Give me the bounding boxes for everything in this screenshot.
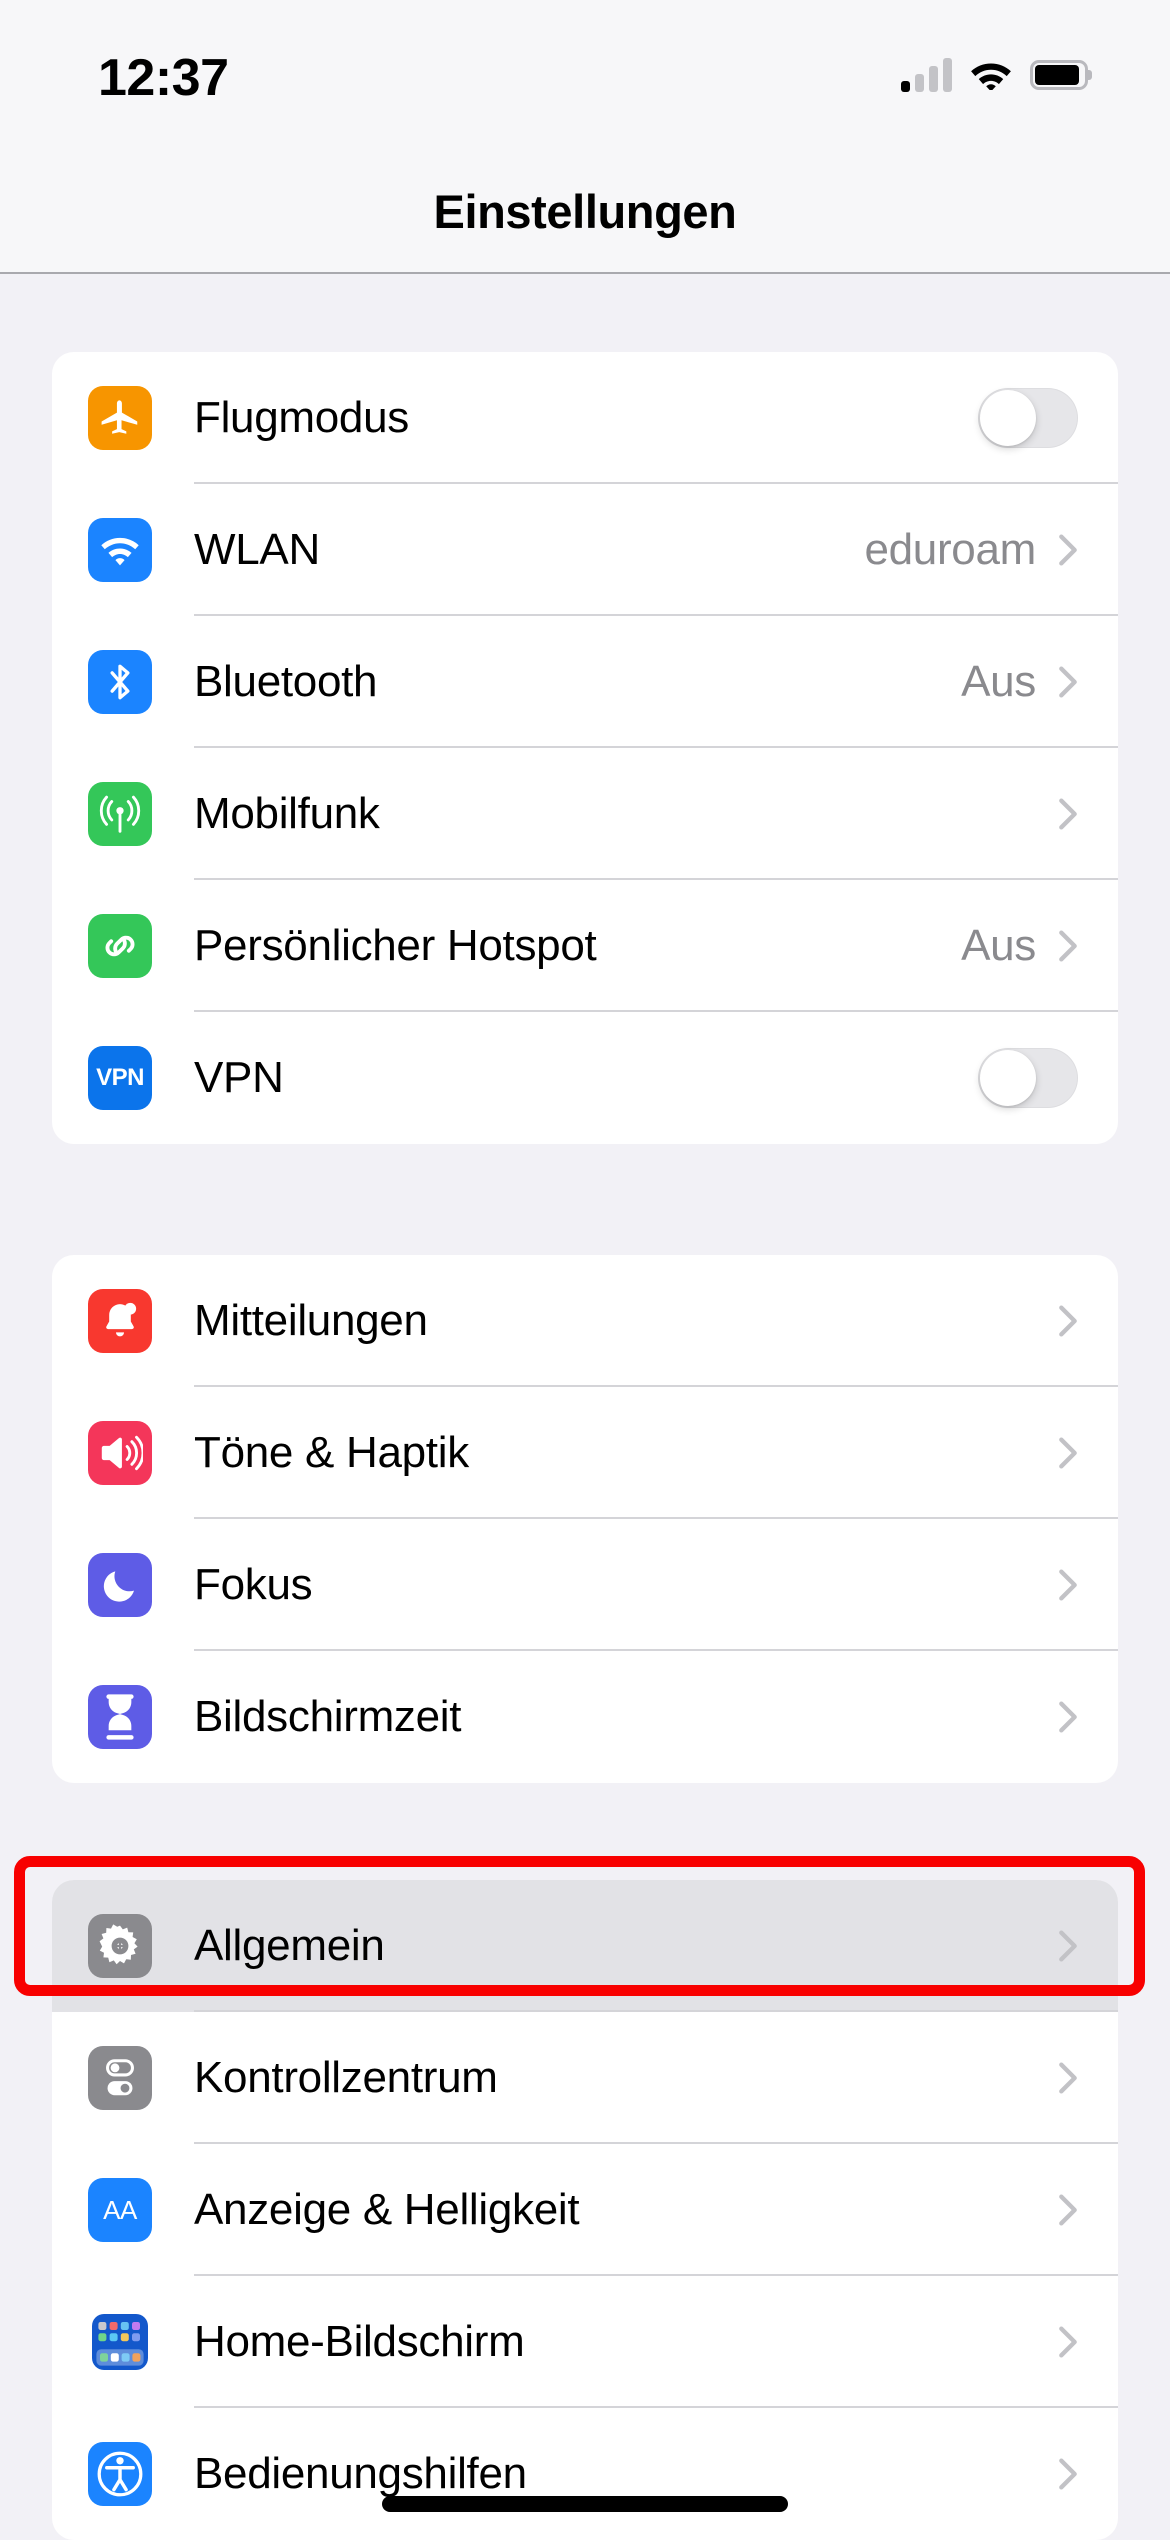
settings-row-accessory [1058, 2193, 1078, 2227]
gear-icon [88, 1914, 152, 1978]
toggle-switch[interactable] [978, 388, 1078, 448]
toggles-icon [88, 2046, 152, 2110]
toggle-switch[interactable] [978, 1048, 1078, 1108]
chevron-right-icon [1059, 2326, 1077, 2358]
settings-row-accessory [1058, 1436, 1078, 1470]
settings-row-value: Aus [961, 657, 1036, 706]
battery-icon [1030, 60, 1092, 90]
airplane-icon [88, 386, 152, 450]
settings-row-display[interactable]: AA Anzeige & Helligkeit [52, 2144, 1118, 2276]
settings-row-accessibility[interactable]: Bedienungshilfen [52, 2408, 1118, 2540]
settings-group-connectivity: Flugmodus WLAN eduroam Bluetooth Aus Mobilf… [52, 352, 1118, 1144]
settings-row-home-screen[interactable]: Home-Bildschirm [52, 2276, 1118, 2408]
settings-row-screen-time[interactable]: Bildschirmzeit [52, 1651, 1118, 1783]
settings-row-hotspot[interactable]: Persönlicher Hotspot Aus [52, 880, 1118, 1012]
hotspot-icon [88, 914, 152, 978]
settings-row-accessory: eduroam [864, 525, 1078, 575]
settings-row-vpn[interactable]: VPN VPN [52, 1012, 1118, 1144]
vpn-icon: VPN [88, 1046, 152, 1110]
settings-row-cellular[interactable]: Mobilfunk [52, 748, 1118, 880]
settings-row-general[interactable]: Allgemein [52, 1880, 1118, 2012]
settings-row-label: Allgemein [194, 1921, 385, 1970]
cellular-signal-icon [901, 58, 952, 92]
settings-row-accessory [1058, 1568, 1078, 1602]
chevron-right-icon [1059, 1569, 1077, 1601]
antenna-icon [88, 782, 152, 846]
page-title: Einstellungen [433, 184, 737, 238]
chevron-right-icon [1059, 2458, 1077, 2490]
app-grid-icon [88, 2310, 152, 2374]
settings-row-accessory [1058, 2061, 1078, 2095]
chevron-right-icon [1059, 534, 1077, 566]
settings-row-label: Mitteilungen [194, 1296, 428, 1345]
chevron-right-icon [1059, 1701, 1077, 1733]
settings-row-accessory [1058, 1304, 1078, 1338]
hourglass-icon [88, 1685, 152, 1749]
chevron-right-icon [1059, 1930, 1077, 1962]
accessibility-icon [88, 2442, 152, 2506]
chevron-right-icon [1059, 1437, 1077, 1469]
settings-group-system: Allgemein Kontrollzentrum AA Anzeige & He… [52, 1880, 1118, 2540]
chevron-right-icon [1059, 1305, 1077, 1337]
bell-icon [88, 1289, 152, 1353]
settings-row-label: Bluetooth [194, 657, 378, 706]
settings-row-accessory [1058, 2457, 1078, 2491]
toggle-knob [980, 1050, 1036, 1106]
settings-row-control-center[interactable]: Kontrollzentrum [52, 2012, 1118, 2144]
status-bar-clock: 12:37 [98, 49, 229, 107]
chevron-right-icon [1059, 2194, 1077, 2226]
settings-row-accessory: Aus [961, 657, 1078, 707]
settings-row-focus[interactable]: Fokus [52, 1519, 1118, 1651]
settings-row-label: Home-Bildschirm [194, 2317, 525, 2366]
settings-row-label: Persönlicher Hotspot [194, 921, 597, 970]
settings-row-label: Fokus [194, 1560, 313, 1609]
chevron-right-icon [1059, 798, 1077, 830]
home-indicator[interactable] [382, 2496, 788, 2512]
settings-row-label: Anzeige & Helligkeit [194, 2185, 580, 2234]
settings-row-label: VPN [194, 1053, 284, 1102]
settings-row-accessory: Aus [961, 921, 1078, 971]
settings-row-label: Bildschirmzeit [194, 1692, 462, 1741]
settings-row-notifications[interactable]: Mitteilungen [52, 1255, 1118, 1387]
chevron-right-icon [1059, 666, 1077, 698]
settings-row-accessory [1058, 2325, 1078, 2359]
settings-row-label: Mobilfunk [194, 789, 380, 838]
settings-row-accessory [978, 1048, 1078, 1108]
settings-row-value: eduroam [864, 525, 1036, 574]
status-bar-indicators [901, 52, 1092, 98]
settings-row-airplane-mode[interactable]: Flugmodus [52, 352, 1118, 484]
bluetooth-icon [88, 650, 152, 714]
settings-group-alerts: Mitteilungen Töne & Haptik Fokus Bildsch… [52, 1255, 1118, 1783]
status-bar: 12:37 [0, 0, 1170, 150]
settings-row-label: Töne & Haptik [194, 1428, 469, 1477]
toggle-knob [980, 390, 1036, 446]
wifi-icon [968, 56, 1014, 95]
wifi-icon [88, 518, 152, 582]
settings-row-label: Flugmodus [194, 393, 409, 442]
settings-row-accessory [1058, 1929, 1078, 1963]
chevron-right-icon [1059, 930, 1077, 962]
settings-row-value: Aus [961, 921, 1036, 970]
settings-row-sounds[interactable]: Töne & Haptik [52, 1387, 1118, 1519]
settings-row-label: Kontrollzentrum [194, 2053, 498, 2102]
settings-row-wifi[interactable]: WLAN eduroam [52, 484, 1118, 616]
speaker-icon [88, 1421, 152, 1485]
chevron-right-icon [1059, 2062, 1077, 2094]
settings-row-accessory [1058, 797, 1078, 831]
moon-icon [88, 1553, 152, 1617]
settings-row-accessory [978, 388, 1078, 448]
settings-row-label: Bedienungshilfen [194, 2449, 527, 2498]
settings-row-accessory [1058, 1700, 1078, 1734]
settings-list[interactable]: Flugmodus WLAN eduroam Bluetooth Aus Mobilf… [0, 276, 1170, 2540]
navigation-bar: Einstellungen [0, 150, 1170, 274]
settings-row-label: WLAN [194, 525, 320, 574]
settings-row-bluetooth[interactable]: Bluetooth Aus [52, 616, 1118, 748]
aa-icon: AA [88, 2178, 152, 2242]
